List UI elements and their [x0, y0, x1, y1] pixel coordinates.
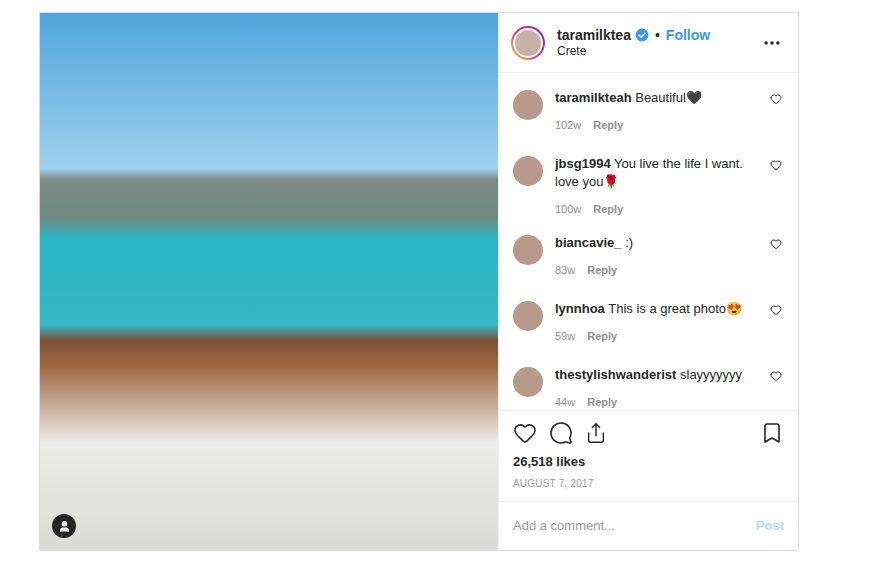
comment-form: Post	[499, 501, 798, 550]
actions-section: 26,518 likes AUGUST 7, 2017	[499, 410, 798, 501]
commenter-avatar[interactable]	[513, 301, 543, 331]
commenter-avatar[interactable]	[513, 90, 543, 120]
side-panel: taramilktea • FollowCrete taramilkteah Beau…	[498, 13, 798, 550]
like-count[interactable]: 26,518 likes	[513, 453, 784, 471]
comment-row: biancavie_ :) 83w Reply	[499, 226, 798, 292]
reply-button[interactable]: Reply	[587, 328, 617, 345]
author-username[interactable]: taramilktea	[557, 26, 631, 44]
comment-like-heart-icon[interactable]	[770, 93, 782, 105]
author-avatar-ring[interactable]	[511, 26, 545, 60]
user-tag-icon	[58, 520, 71, 533]
comment-list: taramilkteah Beautiful🖤 102w Reply jbsg1994…	[499, 73, 798, 410]
post-header: taramilktea • FollowCrete	[499, 13, 798, 73]
comment-username[interactable]: jbsg1994	[555, 156, 611, 171]
share-icon[interactable]	[585, 422, 607, 444]
comment-username[interactable]: lynnhoa	[555, 301, 605, 316]
comment-text: biancavie_ :)	[555, 234, 758, 252]
commenter-avatar[interactable]	[513, 235, 543, 265]
comment-bubble-icon[interactable]	[549, 421, 573, 445]
comment-text: lynnhoa This is a great photo😍	[555, 300, 758, 318]
separator: •	[655, 26, 660, 44]
post-button[interactable]: Post	[756, 516, 784, 536]
comment-age: 102w	[555, 117, 581, 134]
save-bookmark-icon[interactable]	[760, 421, 784, 445]
comment-age: 100w	[555, 201, 581, 218]
reply-button[interactable]: Reply	[593, 201, 623, 218]
commenter-avatar[interactable]	[513, 156, 543, 186]
post-card: taramilktea • FollowCrete taramilkteah Beau…	[39, 12, 799, 551]
reply-button[interactable]: Reply	[587, 262, 617, 279]
reply-button[interactable]: Reply	[593, 117, 623, 134]
comment-age: 44w	[555, 394, 575, 411]
comment-like-heart-icon[interactable]	[770, 304, 782, 316]
comment-row: taramilkteah Beautiful🖤 102w Reply	[499, 81, 798, 147]
like-heart-icon[interactable]	[513, 421, 537, 445]
comment-username[interactable]: thestylishwanderist	[555, 367, 676, 382]
comment-age: 83w	[555, 262, 575, 279]
author-avatar	[515, 30, 541, 56]
comment-row: lynnhoa This is a great photo😍 59w Reply	[499, 292, 798, 358]
comment-age: 59w	[555, 328, 575, 345]
post-date: AUGUST 7, 2017	[513, 477, 784, 491]
location[interactable]: Crete	[557, 44, 750, 59]
follow-button[interactable]: Follow	[666, 26, 710, 44]
commenter-avatar[interactable]	[513, 367, 543, 397]
comment-username[interactable]: taramilkteah	[555, 90, 632, 105]
comment-row: jbsg1994 You live the life I want. love …	[499, 147, 798, 226]
action-bar	[513, 413, 784, 453]
comment-text: thestylishwanderist slayyyyyyy	[555, 366, 758, 384]
tag-button[interactable]	[52, 514, 76, 538]
verified-badge-icon	[635, 28, 649, 42]
page: taramilktea • FollowCrete taramilkteah Beau…	[0, 0, 890, 561]
comment-like-heart-icon[interactable]	[770, 238, 782, 250]
comment-text: taramilkteah Beautiful🖤	[555, 89, 758, 107]
comment-row: thestylishwanderist slayyyyyyy 44w Reply	[499, 358, 798, 411]
comment-like-heart-icon[interactable]	[770, 370, 782, 382]
comment-username[interactable]: biancavie_	[555, 235, 622, 250]
reply-button[interactable]: Reply	[587, 394, 617, 411]
post-photo[interactable]	[40, 13, 498, 550]
comment-input[interactable]	[513, 516, 748, 536]
more-options-icon[interactable]	[762, 33, 782, 53]
comment-text: jbsg1994 You live the life I want. love …	[555, 155, 758, 191]
comment-like-heart-icon[interactable]	[770, 159, 782, 171]
